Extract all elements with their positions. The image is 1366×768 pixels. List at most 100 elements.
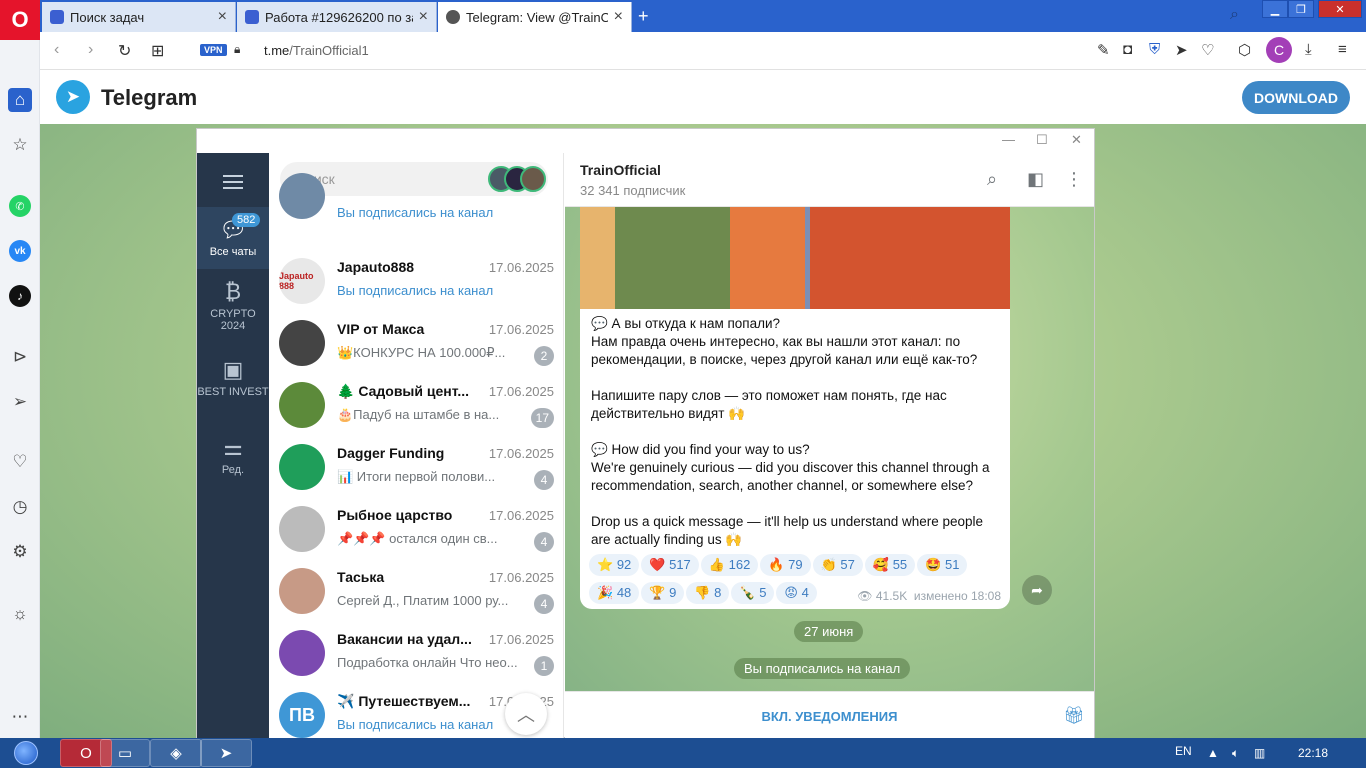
- telegram-taskbar-icon[interactable]: ➤: [200, 739, 252, 767]
- reaction-chip[interactable]: 🔥 79: [760, 554, 811, 576]
- download-icon[interactable]: ⤓: [1305, 41, 1312, 58]
- reload-icon[interactable]: ↻: [118, 41, 131, 61]
- unread-count: 17: [530, 408, 554, 428]
- folder-edit[interactable]: ⚌ Ред.: [197, 435, 269, 485]
- maximize-icon[interactable]: ☐: [1036, 132, 1048, 148]
- close-tab-icon[interactable]: ×: [218, 8, 227, 26]
- minimize-icon[interactable]: —: [1002, 132, 1015, 147]
- channel-header[interactable]: TrainOfficial 32 341 подписчик ⌕ ◧ ⋮: [565, 153, 1094, 207]
- telegram-logo-icon[interactable]: ➤: [56, 80, 90, 114]
- profile-avatar[interactable]: C: [1266, 37, 1292, 63]
- close-icon[interactable]: ✕: [1071, 132, 1082, 148]
- chat-item[interactable]: 🌲 Садовый цент... 17.06.2025 🎂Падуб на ш…: [269, 375, 563, 437]
- hamburger-menu-icon[interactable]: [223, 175, 243, 189]
- more-icon[interactable]: ⋯: [8, 705, 32, 729]
- camera-icon[interactable]: ◘: [1123, 41, 1132, 58]
- new-tab-button[interactable]: +: [638, 6, 649, 27]
- chat-date: 17.06.2025: [488, 508, 554, 523]
- network-icon[interactable]: ▥: [1254, 746, 1265, 760]
- chat-item[interactable]: Рыбное царство 17.06.2025 📌📌📌 остался од…: [269, 499, 563, 561]
- minimize-window-button[interactable]: ▁: [1262, 0, 1288, 18]
- reaction-chip[interactable]: 👏 57: [812, 554, 863, 576]
- site-brand[interactable]: Telegram: [101, 85, 197, 111]
- cube-icon[interactable]: ⬡: [1238, 41, 1251, 59]
- message-photo[interactable]: [580, 207, 1010, 309]
- tab-search-tasks[interactable]: Поиск задач ×: [42, 2, 236, 32]
- reaction-chip[interactable]: 🥰 55: [864, 554, 916, 576]
- reaction-chip[interactable]: 👎 8: [686, 582, 730, 604]
- back-icon[interactable]: ‹: [54, 41, 59, 59]
- chat-item[interactable]: Вакансии на удал... 17.06.2025 Подработк…: [269, 623, 563, 685]
- message-paragraph: 💬 А вы откуда к нам попали? Нам правда о…: [591, 316, 978, 367]
- folder-best-invest[interactable]: ▣ BEST INVEST: [197, 357, 269, 419]
- lock-icon[interactable]: 🔒︎: [234, 42, 240, 57]
- tab-job[interactable]: Работа #129626200 по зада ×: [237, 2, 437, 32]
- scroll-up-button[interactable]: ︿: [505, 693, 547, 735]
- close-window-button[interactable]: ✕: [1318, 0, 1362, 18]
- message-bubble[interactable]: 💬 А вы откуда к нам попали? Нам правда о…: [580, 207, 1010, 609]
- folder-crypto[interactable]: ₿ CRYPTO 2024: [197, 279, 269, 341]
- reaction-chip[interactable]: ⭐ 92: [589, 554, 640, 576]
- whatsapp-icon[interactable]: ✆: [9, 195, 31, 217]
- download-button[interactable]: DOWNLOAD: [1242, 81, 1350, 114]
- close-tab-icon[interactable]: ×: [614, 8, 623, 26]
- app-taskbar-icon[interactable]: ◈: [150, 739, 202, 767]
- heart-icon[interactable]: ♡: [8, 450, 32, 474]
- chat-item[interactable]: Таська 17.06.2025 Сергей Д., Платим 1000…: [269, 561, 563, 623]
- maximize-window-button[interactable]: ❐: [1288, 0, 1314, 18]
- shield-check-icon[interactable]: ⛨: [1149, 41, 1160, 58]
- chat-item[interactable]: VIP от Макса 17.06.2025 👑КОНКУРС НА 100.…: [269, 313, 563, 375]
- player-icon[interactable]: ⊳: [8, 345, 32, 369]
- language-indicator[interactable]: EN: [1175, 744, 1192, 758]
- forward-icon[interactable]: ➦: [1022, 575, 1052, 605]
- send-icon[interactable]: ➤: [1175, 41, 1188, 59]
- folder-all-chats[interactable]: 💬︎ 582 Все чаты: [197, 207, 269, 269]
- chat-item[interactable]: Japauto 888 Japauto888 17.06.2025 Вы под…: [269, 251, 563, 313]
- vk-icon[interactable]: vk: [9, 240, 31, 262]
- start-button[interactable]: [6, 739, 46, 767]
- sidebar-toggle-icon[interactable]: ◧: [1027, 169, 1044, 190]
- forward-icon[interactable]: ›: [88, 41, 93, 59]
- reaction-chip[interactable]: 🏆 9: [641, 582, 685, 604]
- chat-preview: Вы подписались на канал: [337, 283, 494, 298]
- url-field[interactable]: t.me/TrainOfficial1: [264, 43, 369, 58]
- search-icon[interactable]: ⌕: [987, 169, 997, 190]
- close-tab-icon[interactable]: ×: [419, 8, 428, 26]
- more-options-icon[interactable]: ⋮: [1065, 169, 1083, 190]
- edit-icon[interactable]: ✎: [1097, 41, 1110, 59]
- star-icon[interactable]: ☆: [8, 133, 32, 157]
- enable-notifications-button[interactable]: ВКЛ. УВЕДОМЛЕНИЯ: [565, 692, 1094, 740]
- chat-date: 17.06.2025: [488, 384, 554, 399]
- tray-arrow-icon[interactable]: ▲: [1207, 746, 1219, 760]
- reaction-chip[interactable]: 🎉 48: [589, 582, 640, 604]
- story-avatar[interactable]: [520, 166, 546, 192]
- clock-time[interactable]: 22:18: [1298, 746, 1328, 760]
- folder-taskbar-icon[interactable]: ▭: [100, 739, 150, 767]
- gift-icon[interactable]: 🎁︎: [1063, 706, 1085, 726]
- vpn-badge[interactable]: VPN: [200, 44, 227, 56]
- tiktok-icon[interactable]: ♪: [9, 285, 31, 307]
- home-icon[interactable]: ⌂: [8, 88, 32, 112]
- tab-telegram[interactable]: Telegram: View @TrainOffici ×: [438, 2, 632, 32]
- stories-strip[interactable]: [488, 166, 548, 192]
- lightbulb-icon[interactable]: ☼: [8, 602, 32, 626]
- reaction-chip[interactable]: ❤️ 517: [641, 554, 699, 576]
- reaction-chip[interactable]: 😡 4: [776, 582, 817, 604]
- volume-icon[interactable]: 🔈︎: [1232, 746, 1239, 761]
- tab-search-icon[interactable]: ⌕: [1230, 6, 1239, 24]
- browser-tab-strip: O Поиск задач × Работа #129626200 по зад…: [0, 0, 1366, 40]
- clock-icon[interactable]: ◷: [8, 495, 32, 519]
- gear-icon[interactable]: ⚙: [8, 540, 32, 564]
- chat-item[interactable]: Dagger Funding 17.06.2025 📊 Итоги первой…: [269, 437, 563, 499]
- opera-logo-icon[interactable]: O: [0, 0, 40, 40]
- reaction-chip[interactable]: 👍 162: [700, 554, 759, 576]
- chat-item[interactable]: Вы подписались на канал: [269, 173, 563, 255]
- send-icon[interactable]: ➢: [8, 390, 32, 414]
- reaction-chip[interactable]: 🍾 5: [731, 582, 775, 604]
- unread-count: 4: [534, 470, 554, 490]
- heart-icon[interactable]: ♡: [1201, 41, 1214, 59]
- tabs-grid-icon[interactable]: ⊞: [151, 41, 164, 61]
- reaction-chip[interactable]: 🤩 51: [917, 554, 968, 576]
- menu-icon[interactable]: ≡: [1338, 41, 1347, 58]
- chat-date: 17.06.2025: [488, 446, 554, 461]
